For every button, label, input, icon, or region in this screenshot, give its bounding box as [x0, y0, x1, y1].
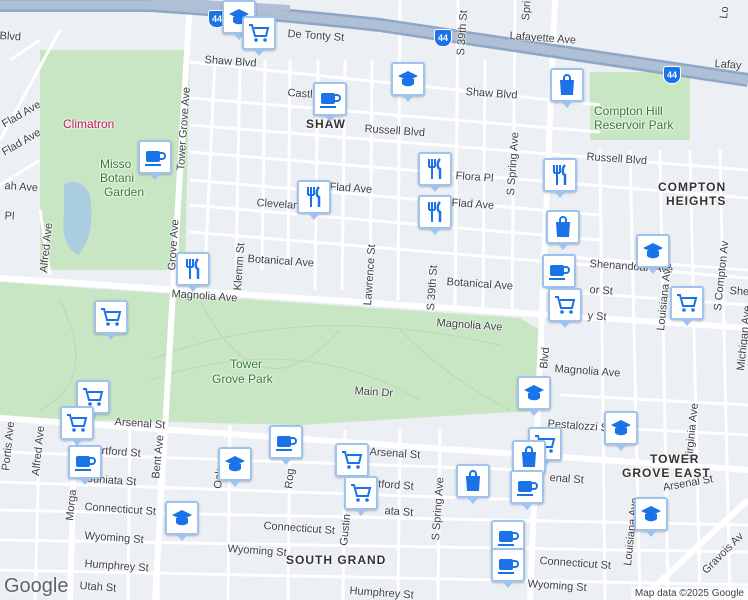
coffee-cup-icon	[143, 145, 167, 169]
street-label-blvd-top-left: Blvd	[0, 30, 22, 44]
map-marker-cafe-garden[interactable]	[138, 140, 172, 180]
place-label-reservoir-park: Reservoir Park	[594, 118, 674, 132]
shopping-bag-icon	[551, 215, 575, 239]
map-marker-restaurant-flad[interactable]	[297, 180, 331, 220]
street-label-ata-st: ata St	[384, 505, 414, 519]
shopping-cart-icon	[99, 305, 123, 329]
street-label-flora-pl: Flora Pl	[455, 170, 494, 185]
fork-knife-icon	[302, 185, 326, 209]
fork-knife-icon	[423, 200, 447, 224]
graduation-cap-icon	[396, 67, 420, 91]
google-logo: Google	[4, 575, 69, 597]
shopping-cart-icon	[553, 293, 577, 317]
fork-knife-icon	[423, 157, 447, 181]
place-label-grove-park: Grove Park	[212, 372, 273, 386]
coffee-cup-icon	[515, 475, 539, 499]
map-marker-school-pestalozzi[interactable]	[604, 411, 638, 451]
place-label-climatron[interactable]: Climatron	[63, 117, 114, 131]
coffee-cup-icon	[496, 525, 520, 549]
fork-knife-icon	[181, 257, 205, 281]
shopping-cart-icon	[349, 481, 373, 505]
street-label-y-st: y St	[587, 310, 607, 324]
map-marker-cart-top[interactable]	[242, 16, 276, 56]
coffee-cup-icon	[547, 259, 571, 283]
map-marker-cafe-arsenal[interactable]	[269, 425, 303, 465]
fork-knife-icon	[548, 163, 572, 187]
map-marker-school-arsenal-east[interactable]	[634, 497, 668, 537]
map-attribution: Map data ©2025 Google	[630, 587, 748, 600]
map-marker-bag-top[interactable]	[550, 68, 584, 108]
place-label-heights: HEIGHTS	[666, 194, 727, 208]
street-label-enal-st: enal St	[549, 472, 585, 487]
place-label-tower: Tower	[230, 357, 263, 371]
map-marker-bag-grand-south[interactable]	[512, 440, 546, 480]
map-marker-bag-grand[interactable]	[546, 210, 580, 250]
interstate-shield-i44-east: 44	[663, 66, 681, 84]
map-marker-cafe-morgan[interactable]	[68, 445, 102, 485]
graduation-cap-icon	[641, 239, 665, 263]
shopping-bag-icon	[461, 469, 485, 493]
map-canvas[interactable]: De Tonty St Lafayette Ave Lafay Shaw Blvd Ca…	[0, 0, 748, 600]
map-marker-cart-park-west[interactable]	[94, 300, 128, 340]
street-label-lo-top: Lo	[718, 5, 732, 20]
place-label-compton-hill: Compton Hill	[594, 104, 663, 118]
map-marker-restaurant-39th-1[interactable]	[418, 152, 452, 192]
place-label-garden: Garden	[104, 185, 145, 199]
map-marker-restaurant-39th-2[interactable]	[418, 195, 452, 235]
place-label-missouri: Misso	[100, 157, 132, 171]
place-label-compton: COMPTON	[658, 180, 727, 194]
shopping-cart-icon	[340, 448, 364, 472]
place-label-tower-east-1: TOWER	[650, 452, 700, 466]
map-marker-cafe-grand[interactable]	[542, 254, 576, 294]
shopping-cart-icon	[247, 21, 271, 45]
shopping-bag-icon	[517, 445, 541, 469]
map-marker-school-magnolia[interactable]	[517, 376, 551, 416]
map-marker-school-connecticut[interactable]	[165, 501, 199, 541]
map-marker-bag-spring[interactable]	[456, 464, 490, 504]
graduation-cap-icon	[609, 416, 633, 440]
map-marker-school-oak[interactable]	[218, 447, 252, 487]
place-label-south-grand: SOUTH GRAND	[286, 553, 387, 567]
interstate-shield-i44-mid: 44	[434, 29, 452, 47]
shopping-cart-icon	[675, 291, 699, 315]
place-label-botanical: Botani	[100, 171, 135, 185]
map-marker-restaurant-russell[interactable]	[543, 158, 577, 198]
map-marker-school-shenandoah[interactable]	[636, 234, 670, 274]
street-label-grand-blvd: Blvd	[538, 346, 553, 370]
map-marker-cart-grand[interactable]	[548, 288, 582, 328]
street-label-utah-st: Utah St	[79, 580, 117, 595]
coffee-cup-icon	[318, 87, 342, 111]
coffee-cup-icon	[73, 450, 97, 474]
graduation-cap-icon	[522, 381, 546, 405]
coffee-cup-icon	[496, 553, 520, 577]
graduation-cap-icon	[639, 502, 663, 526]
map-marker-cart-louisiana[interactable]	[670, 286, 704, 326]
map-marker-cart-juniata[interactable]	[344, 476, 378, 516]
street-label-or-st: or St	[589, 284, 614, 298]
street-label-pl-west: Pl	[4, 210, 15, 223]
place-label-tower-east-2: GROVE EAST	[622, 466, 711, 480]
street-label-lafay: Lafay	[714, 58, 742, 72]
map-marker-cafe-wyoming-2[interactable]	[491, 548, 525, 588]
graduation-cap-icon	[170, 506, 194, 530]
map-marker-cafe-shaw[interactable]	[313, 82, 347, 122]
map-marker-cart-arsenal-2[interactable]	[60, 406, 94, 446]
street-label-ah-ave: ah Ave	[4, 180, 39, 195]
map-marker-cart-hartford[interactable]	[335, 443, 369, 483]
street-label-spring-top: Spri	[520, 0, 534, 21]
street-label-she: She	[729, 285, 748, 299]
shopping-bag-icon	[555, 73, 579, 97]
map-marker-cafe-grand-south[interactable]	[510, 470, 544, 510]
coffee-cup-icon	[274, 430, 298, 454]
map-marker-school-shaw[interactable]	[391, 62, 425, 102]
graduation-cap-icon	[223, 452, 247, 476]
shopping-cart-icon	[65, 411, 89, 435]
street-label-rog: Rog	[283, 467, 298, 490]
map-marker-restaurant-tower[interactable]	[176, 252, 210, 292]
